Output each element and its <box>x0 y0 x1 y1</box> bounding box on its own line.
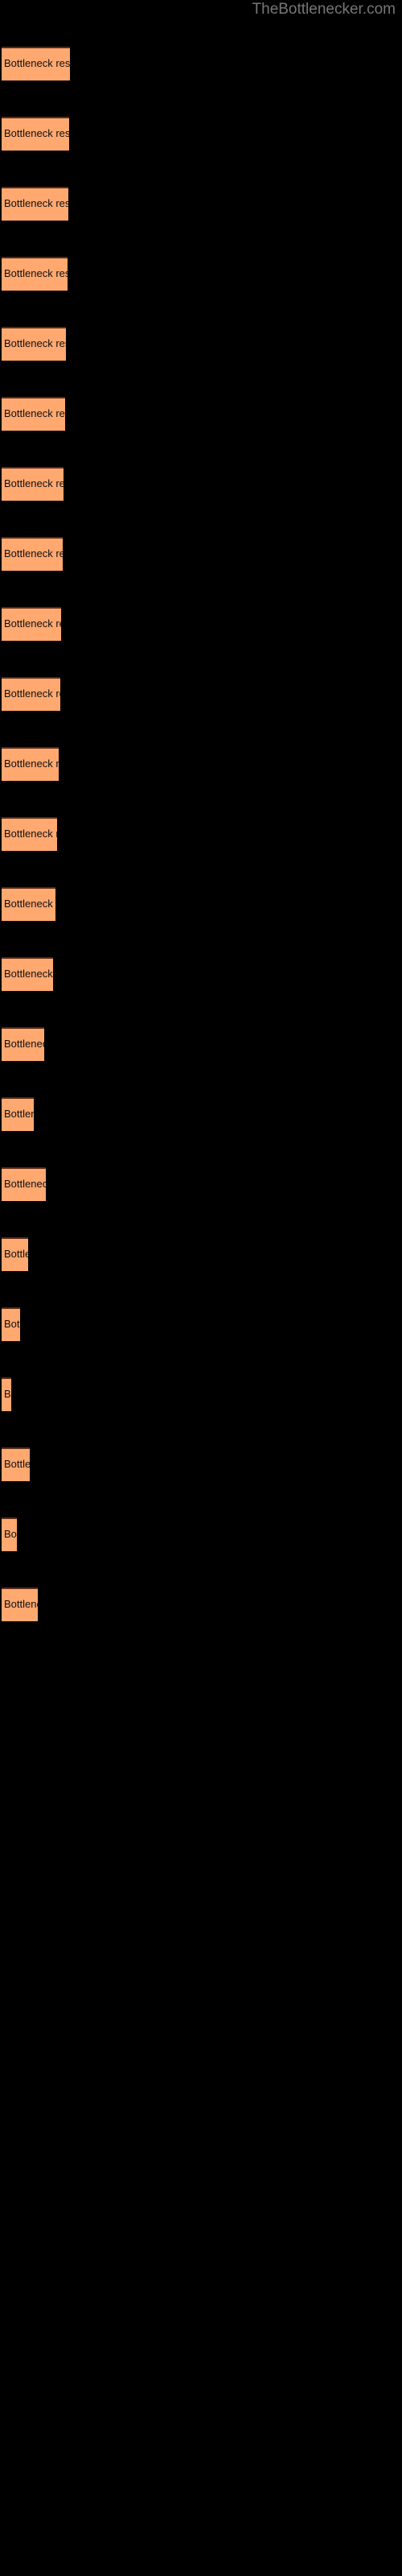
bar-row: Bottleneck result <box>0 397 402 431</box>
bar-label: Bottleneck result <box>4 547 63 559</box>
bar-label: Bottleneck result <box>4 337 66 349</box>
bar-row: Bottleneck result <box>0 607 402 641</box>
bottleneck-result-bar[interactable]: Bottleneck result <box>2 887 55 921</box>
bar-label: Bottleneck result <box>4 1458 30 1470</box>
bar-row: Bottleneck result <box>0 957 402 991</box>
bar-row: Bottleneck result <box>0 257 402 291</box>
bar-row: Bottleneck result <box>0 887 402 921</box>
bar-row: Bottleneck result <box>0 817 402 851</box>
bar-label: Bottleneck result <box>4 968 53 980</box>
bar-row: Bottleneck result <box>0 1307 402 1341</box>
bottleneck-result-bar[interactable]: Bottleneck result <box>2 117 69 151</box>
bar-row: Bottleneck result <box>0 1167 402 1201</box>
bar-row: Bottleneck result <box>0 467 402 501</box>
bar-label: Bottleneck result <box>4 1528 17 1540</box>
bottleneck-result-bar[interactable]: Bottleneck result <box>2 607 61 641</box>
bottleneck-result-bar[interactable]: Bottleneck result <box>2 397 65 431</box>
bar-row: Bottleneck result <box>0 1587 402 1621</box>
bar-row: Bottleneck result <box>0 1237 402 1271</box>
bar-label: Bottleneck result <box>4 617 61 630</box>
bottleneck-result-bar[interactable]: Bottleneck result <box>2 677 60 711</box>
bar-label: Bottleneck result <box>4 1248 28 1260</box>
bottleneck-result-bar[interactable]: Bottleneck result <box>2 187 68 221</box>
bar-label: Bottleneck result <box>4 828 57 840</box>
bottleneck-result-bar[interactable]: Bottleneck result <box>2 1587 38 1621</box>
bar-label: Bottleneck result <box>4 1178 46 1190</box>
bottleneck-result-bar[interactable]: Bottleneck result <box>2 1097 34 1131</box>
bar-label: Bottleneck result <box>4 127 69 139</box>
bar-row: Bottleneck result <box>0 1097 402 1131</box>
bar-label: Bottleneck result <box>4 57 70 69</box>
bar-row: Bottleneck result <box>0 1377 402 1411</box>
bar-row: Bottleneck result <box>0 1447 402 1481</box>
bottleneck-result-bar[interactable]: Bottleneck result <box>2 1517 17 1551</box>
bar-row: Bottleneck result <box>0 1027 402 1061</box>
bar-label: Bottleneck result <box>4 1318 20 1330</box>
bar-row: Bottleneck result <box>0 537 402 571</box>
bar-label: Bottleneck result <box>4 1038 44 1050</box>
bar-label: Bottleneck result <box>4 407 65 419</box>
bar-row: Bottleneck result <box>0 747 402 781</box>
bar-label: Bottleneck result <box>4 687 60 700</box>
bar-row: Bottleneck result <box>0 187 402 221</box>
bottleneck-result-bar[interactable]: Bottleneck result <box>2 1307 20 1341</box>
bottleneck-result-bar[interactable]: Bottleneck result <box>2 537 63 571</box>
bar-row: Bottleneck result <box>0 327 402 361</box>
bar-row: Bottleneck result <box>0 1517 402 1551</box>
bar-label: Bottleneck result <box>4 1108 34 1120</box>
bar-label: Bottleneck result <box>4 758 59 770</box>
bottleneck-result-bar[interactable]: Bottleneck result <box>2 1237 28 1271</box>
bottleneck-result-bar[interactable]: Bottleneck result <box>2 467 64 501</box>
bottleneck-result-bar[interactable]: Bottleneck result <box>2 747 59 781</box>
bottleneck-result-bar[interactable]: Bottleneck result <box>2 1447 30 1481</box>
bar-row: Bottleneck result <box>0 47 402 80</box>
bottleneck-result-bar[interactable]: Bottleneck result <box>2 257 68 291</box>
bottleneck-result-bar[interactable]: Bottleneck result <box>2 47 70 80</box>
bottleneck-result-bar[interactable]: Bottleneck result <box>2 1027 44 1061</box>
bar-label: Bottleneck result <box>4 197 68 209</box>
bar-label: Bottleneck result <box>4 1598 38 1610</box>
bar-label: Bottleneck result <box>4 1388 11 1400</box>
bar-label: Bottleneck result <box>4 898 55 910</box>
bar-row: Bottleneck result <box>0 117 402 151</box>
bar-label: Bottleneck result <box>4 477 64 489</box>
bottleneck-result-bar[interactable]: Bottleneck result <box>2 1167 46 1201</box>
bar-label: Bottleneck result <box>4 267 68 279</box>
bottleneck-bar-chart: Bottleneck result Bottleneck result Bottle… <box>0 0 402 2576</box>
bar-row: Bottleneck result <box>0 677 402 711</box>
bottleneck-result-bar[interactable]: Bottleneck result <box>2 327 66 361</box>
bottleneck-result-bar[interactable]: Bottleneck result <box>2 957 53 991</box>
bottleneck-result-bar[interactable]: Bottleneck result <box>2 817 57 851</box>
bottleneck-result-bar[interactable]: Bottleneck result <box>2 1377 11 1411</box>
